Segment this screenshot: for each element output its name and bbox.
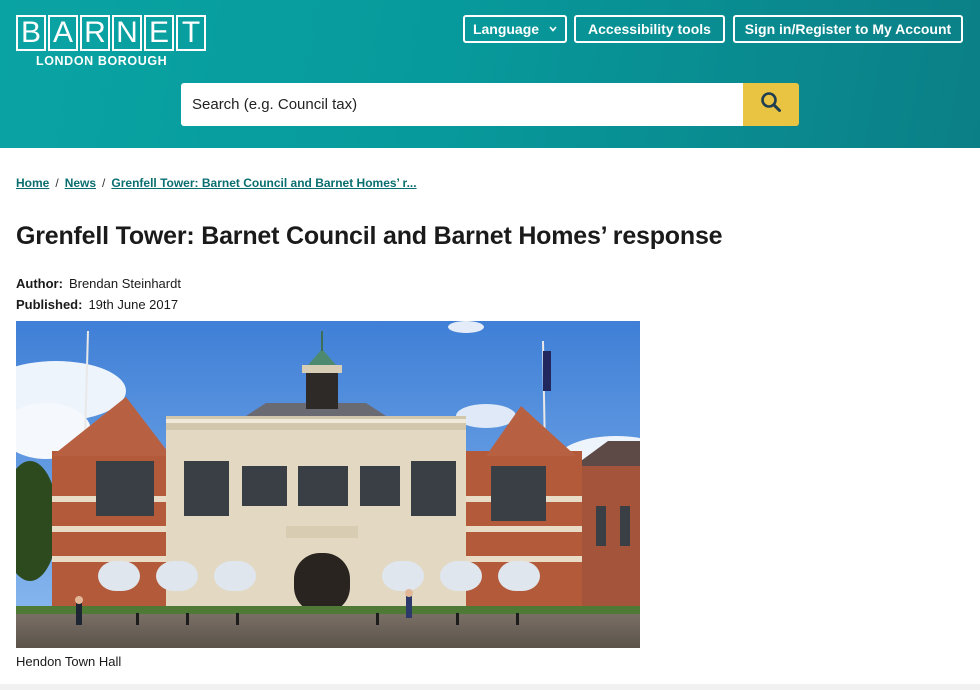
logo-letter: T	[176, 15, 206, 51]
breadcrumb-separator: /	[102, 176, 106, 190]
sign-in-register-label: Sign in/Register to My Account	[744, 21, 952, 37]
logo-subtitle: LONDON BOROUGH	[36, 54, 168, 68]
barnet-logo[interactable]: B A R N E T LONDON BOROUGH	[16, 15, 206, 68]
search-button[interactable]	[743, 83, 799, 126]
sign-in-register-button[interactable]: Sign in/Register to My Account	[733, 15, 963, 43]
breadcrumb-separator: /	[55, 176, 59, 190]
breadcrumb-news-link[interactable]: News	[65, 176, 96, 190]
author-row: Author: Brendan Steinhardt	[16, 276, 181, 291]
logo-wordmark: B A R N E T	[16, 15, 206, 51]
published-value: 19th June 2017	[88, 297, 179, 312]
search-bar: Search (e.g. Council tax)	[181, 83, 799, 126]
breadcrumb-home-link[interactable]: Home	[16, 176, 49, 190]
accessibility-tools-button[interactable]: Accessibility tools	[574, 15, 725, 43]
hendon-town-hall-image	[16, 321, 640, 648]
page-title: Grenfell Tower: Barnet Council and Barne…	[16, 222, 723, 250]
language-button[interactable]: Language	[463, 15, 567, 43]
logo-letter: N	[112, 15, 142, 51]
logo-letter: B	[16, 15, 46, 51]
accessibility-tools-label: Accessibility tools	[588, 21, 711, 37]
divider	[0, 684, 980, 690]
author-value: Brendan Steinhardt	[68, 276, 181, 291]
logo-letter: A	[48, 15, 78, 51]
logo-letter: R	[80, 15, 110, 51]
logo-letter: E	[144, 15, 174, 51]
published-row: Published: 19th June 2017	[16, 297, 178, 312]
chevron-down-icon	[549, 24, 557, 35]
search-input[interactable]: Search (e.g. Council tax)	[181, 83, 743, 126]
search-icon	[760, 91, 782, 118]
image-caption: Hendon Town Hall	[16, 654, 122, 669]
author-label: Author:	[16, 276, 63, 291]
breadcrumb-current-link[interactable]: Grenfell Tower: Barnet Council and Barne…	[111, 176, 416, 190]
search-placeholder: Search (e.g. Council tax)	[192, 96, 358, 113]
breadcrumb: Home / News / Grenfell Tower: Barnet Cou…	[16, 176, 417, 190]
published-label: Published:	[16, 297, 83, 312]
language-label: Language	[472, 21, 540, 37]
site-header: B A R N E T LONDON BOROUGH Language Acce…	[0, 0, 980, 148]
